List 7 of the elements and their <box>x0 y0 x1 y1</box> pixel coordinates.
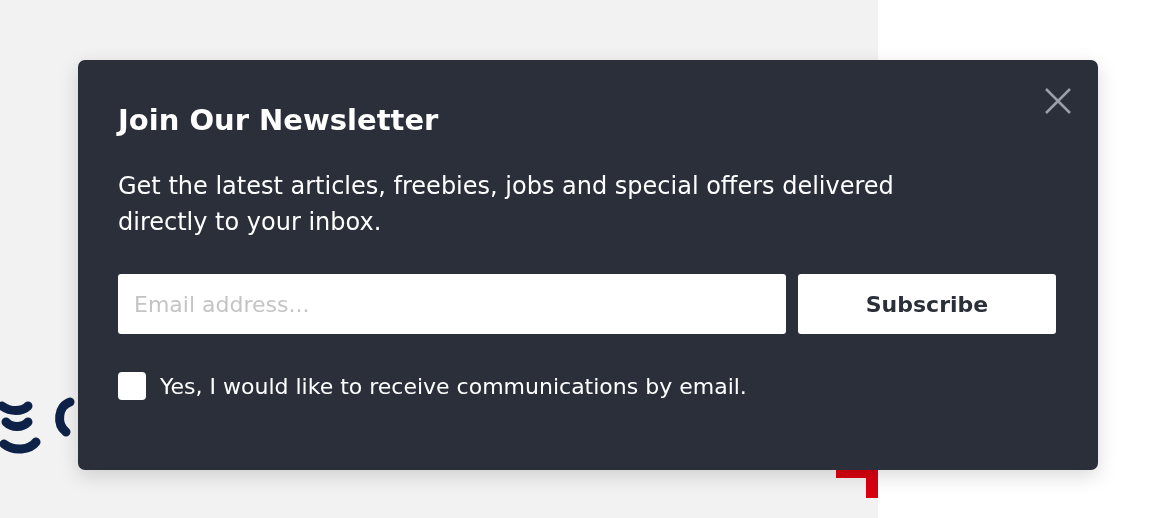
dialog-description: Get the latest articles, freebies, jobs and special offers delivered directly to your inbox. <box>118 171 895 238</box>
subscribe-button[interactable]: Subscribe <box>798 274 1056 334</box>
dialog-title: Join Our Newsletter <box>118 102 440 139</box>
email-field[interactable]: Email address... <box>118 274 786 334</box>
consent-checkbox[interactable] <box>118 372 146 400</box>
close-icon[interactable] <box>1045 88 1071 114</box>
consent-label: Yes, I would like to receive communications by email. <box>160 373 747 399</box>
